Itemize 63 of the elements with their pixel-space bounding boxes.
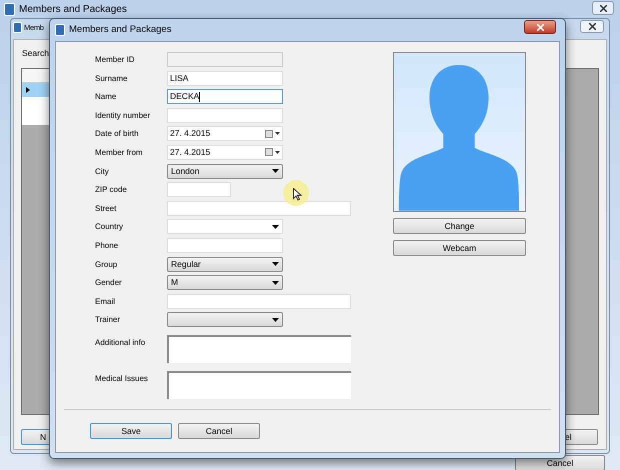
text-field[interactable]: LISA xyxy=(167,70,283,86)
text-area[interactable] xyxy=(167,370,351,398)
field-label: Identity number xyxy=(95,110,152,122)
calendar-icon xyxy=(265,130,273,138)
caret-icon xyxy=(272,318,279,322)
field-label: ZIP code xyxy=(95,184,128,196)
footer-button[interactable]: N xyxy=(21,429,50,445)
dropdown[interactable]: London xyxy=(167,164,283,179)
text-field[interactable] xyxy=(167,108,283,123)
close-icon xyxy=(588,23,596,30)
grid-row xyxy=(22,97,50,125)
text-area[interactable] xyxy=(167,334,351,363)
caret-icon xyxy=(272,262,279,266)
dialog-title: Members and Packages xyxy=(69,22,172,37)
close-icon xyxy=(600,4,606,12)
field-label: Gender xyxy=(95,277,123,290)
field-label: Country xyxy=(95,221,124,234)
date-picker[interactable]: 27. 4.2015 xyxy=(167,144,283,160)
close-button[interactable] xyxy=(580,20,604,33)
caret-icon xyxy=(275,150,280,154)
dialog-button[interactable]: Save xyxy=(90,423,172,439)
caret-icon xyxy=(275,132,280,136)
caret-icon xyxy=(272,224,279,229)
close-icon xyxy=(536,24,544,30)
field-label: Street xyxy=(95,202,118,215)
dropdown[interactable] xyxy=(167,312,283,328)
date-picker[interactable]: 27. 4.2015 xyxy=(167,126,283,142)
caret-icon xyxy=(272,169,279,174)
field-label: Member ID xyxy=(95,54,136,66)
close-button[interactable] xyxy=(592,1,614,15)
field-label: Group xyxy=(95,258,118,271)
calendar-icon xyxy=(265,148,273,156)
field-label: Phone xyxy=(95,240,120,252)
dropdown[interactable]: Regular xyxy=(167,256,283,272)
dropdown[interactable]: M xyxy=(167,275,283,290)
app-icon xyxy=(55,24,65,36)
selected-row[interactable] xyxy=(22,83,50,97)
dialog-button[interactable]: Cancel xyxy=(178,423,260,439)
field-label: Member from xyxy=(95,146,144,159)
close-button[interactable] xyxy=(524,20,556,34)
text-field[interactable]: DECKA xyxy=(167,89,283,104)
field-label: Medical Issues xyxy=(95,372,149,384)
search-label: Search xyxy=(22,47,49,60)
text-field[interactable] xyxy=(167,294,351,309)
text-field[interactable] xyxy=(167,200,351,216)
field-label: Email xyxy=(95,296,116,308)
text-field[interactable] xyxy=(167,182,231,198)
field-label: Surname xyxy=(95,72,128,85)
field-label: City xyxy=(95,166,110,178)
photo-button[interactable]: Webcam xyxy=(393,240,526,256)
field-label: Date of birth xyxy=(95,128,140,140)
field-label: Additional info xyxy=(95,336,146,349)
field-label: Name xyxy=(95,91,118,104)
text-field[interactable] xyxy=(167,238,283,253)
grid-header xyxy=(22,69,50,83)
window-title: Members and Packages xyxy=(19,3,127,17)
app-icon xyxy=(13,22,22,34)
photo-button[interactable]: Change xyxy=(393,218,526,234)
caret-icon xyxy=(272,280,279,285)
app-icon xyxy=(4,3,15,16)
row-pointer-icon xyxy=(26,87,30,93)
field-label: Trainer xyxy=(95,314,122,326)
mouse-pointer-icon xyxy=(293,188,302,201)
